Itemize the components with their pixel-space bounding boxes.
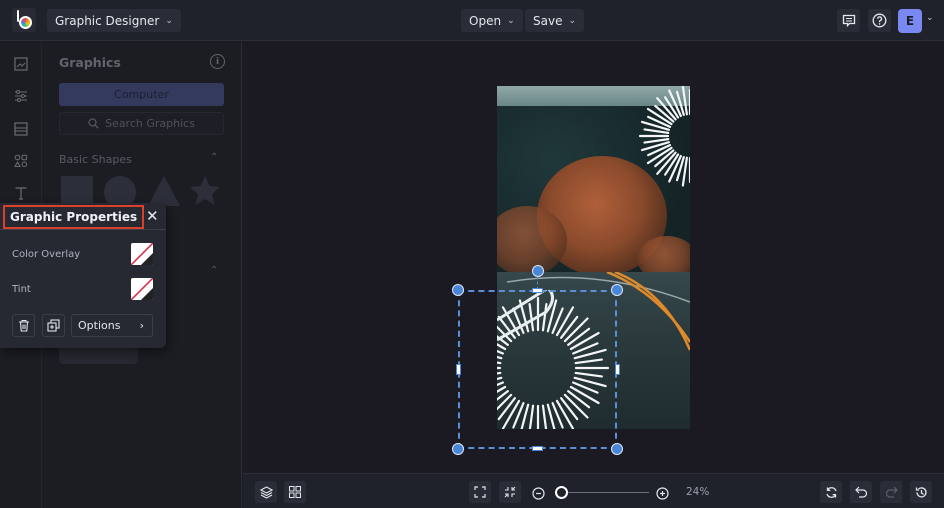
bottom-toolbar: 24% [243, 473, 944, 508]
search-placeholder: Search Graphics [105, 117, 195, 130]
grid-button[interactable] [284, 481, 306, 503]
grid-icon [289, 486, 301, 498]
layers-button[interactable] [255, 481, 277, 503]
save-label: Save [533, 13, 563, 28]
color-overlay-label: Color Overlay [12, 249, 81, 260]
rail-item-layout[interactable] [12, 120, 30, 138]
resize-handle-top-right[interactable] [611, 284, 623, 296]
comments-button[interactable] [837, 9, 860, 32]
shape-star[interactable] [188, 174, 222, 208]
no-color-icon [131, 243, 153, 265]
search-graphics-input[interactable]: Search Graphics [59, 112, 224, 135]
replace-button[interactable] [820, 481, 842, 503]
history-icon [915, 486, 927, 497]
duplicate-icon [47, 319, 60, 332]
search-icon [88, 118, 99, 129]
refresh-icon [825, 486, 837, 498]
chevron-up-icon[interactable]: ⌃ [210, 265, 218, 276]
undo-icon [854, 486, 867, 498]
selection-box[interactable] [458, 290, 617, 449]
chevron-right-icon: › [139, 319, 144, 332]
chevron-down-icon: ⌄ [165, 15, 173, 26]
logo-icon [16, 9, 32, 29]
delete-button[interactable] [12, 314, 35, 337]
properties-title: Graphic Properties [3, 205, 145, 229]
text-icon [15, 187, 27, 200]
help-button[interactable] [868, 9, 891, 32]
actual-size-button[interactable] [499, 481, 521, 503]
info-icon[interactable]: i [210, 54, 225, 69]
rail-item-graphics[interactable] [12, 152, 30, 170]
fit-to-screen-button[interactable] [469, 481, 491, 503]
expand-icon [474, 486, 486, 498]
app-logo[interactable] [12, 8, 36, 32]
zoom-slider-handle[interactable] [555, 486, 568, 499]
close-icon[interactable]: ✕ [146, 207, 159, 225]
collapse-icon [504, 486, 516, 498]
layout-icon [14, 122, 28, 136]
computer-button[interactable]: Computer [59, 83, 224, 106]
redo-button[interactable] [880, 481, 902, 503]
comment-icon [842, 14, 855, 27]
top-bar: Graphic Designer ⌄ Open ⌄ Save ⌄ E ⌄ [0, 0, 944, 41]
app-menu-label: Graphic Designer [55, 13, 160, 28]
rotate-handle[interactable] [532, 265, 544, 277]
basic-shapes-heading: Basic Shapes [59, 153, 132, 166]
duplicate-button[interactable] [42, 314, 65, 337]
chevron-down-icon[interactable]: ⌄ [926, 13, 934, 23]
options-label: Options [78, 319, 121, 332]
resize-handle-top[interactable] [532, 288, 543, 293]
tint-swatch[interactable] [131, 278, 153, 300]
resize-handle-right[interactable] [615, 364, 620, 375]
layers-icon [259, 485, 273, 499]
resize-handle-bottom[interactable] [532, 446, 543, 451]
redo-icon [885, 486, 898, 498]
resize-handle-left[interactable] [456, 364, 461, 375]
panel-title: Graphics [59, 55, 121, 70]
image-icon [14, 57, 28, 71]
chevron-up-icon[interactable]: ⌃ [210, 152, 218, 163]
graphics-icon [14, 154, 28, 168]
zoom-in-button[interactable] [656, 485, 669, 504]
options-button[interactable]: Options › [71, 314, 153, 337]
zoom-out-icon [532, 487, 545, 500]
save-button[interactable]: Save ⌄ [525, 9, 585, 32]
rail-item-adjustments[interactable] [12, 87, 30, 105]
no-color-icon [131, 278, 153, 300]
resize-handle-bottom-right[interactable] [611, 443, 623, 455]
properties-header: Graphic Properties ✕ [0, 203, 166, 230]
resize-handle-top-left[interactable] [452, 284, 464, 296]
adjustments-icon [15, 90, 27, 102]
trash-icon [18, 319, 29, 332]
app-menu-button[interactable]: Graphic Designer ⌄ [47, 9, 181, 32]
zoom-percent: 24% [686, 486, 710, 498]
help-icon [872, 13, 887, 28]
rail-item-text[interactable] [12, 184, 30, 202]
zoom-in-icon [656, 487, 669, 500]
undo-button[interactable] [850, 481, 872, 503]
open-button[interactable]: Open ⌄ [461, 9, 523, 32]
sunburst-ray [643, 128, 670, 134]
chevron-down-icon: ⌄ [568, 15, 577, 26]
rail-item-image[interactable] [12, 55, 30, 73]
tint-label: Tint [12, 284, 31, 295]
history-button[interactable] [910, 481, 932, 503]
user-avatar[interactable]: E [898, 9, 922, 33]
chevron-down-icon: ⌄ [507, 15, 515, 26]
open-label: Open [469, 13, 502, 28]
graphic-properties-panel: Graphic Properties ✕ Color Overlay Tint … [0, 203, 166, 348]
zoom-out-button[interactable] [532, 485, 545, 504]
color-overlay-swatch[interactable] [131, 243, 153, 265]
sunburst-ray [643, 138, 670, 144]
resize-handle-bottom-left[interactable] [452, 443, 464, 455]
zoom-slider-track[interactable] [561, 492, 649, 493]
